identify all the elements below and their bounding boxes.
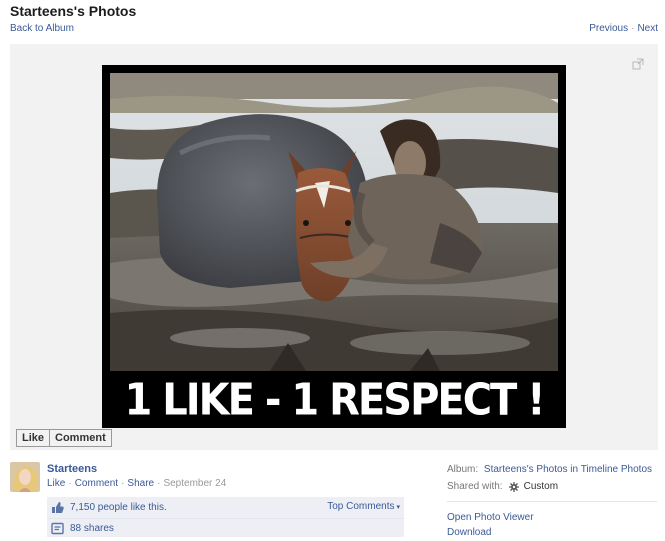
photo-frame[interactable]: 1 LIKE - 1 RESPECT ! xyxy=(102,65,566,428)
avatar-image xyxy=(10,462,40,492)
avatar[interactable] xyxy=(10,462,40,492)
separator: · xyxy=(121,478,125,489)
separator: · xyxy=(68,478,72,489)
photo-like-comment-bar: Like Comment xyxy=(16,429,112,447)
photo-stage: 1 LIKE - 1 RESPECT ! xyxy=(10,44,658,450)
album-prefix: Album: xyxy=(447,464,479,475)
gear-icon[interactable] xyxy=(508,481,519,492)
share-link[interactable]: Share xyxy=(127,478,154,489)
photo-image xyxy=(110,73,558,371)
top-comments-label: Top Comments xyxy=(327,501,395,512)
privacy-info: Shared with: Custom xyxy=(447,481,558,492)
owner-name-link[interactable]: Starteens xyxy=(47,463,97,475)
page-title: Starteens's Photos xyxy=(10,3,137,19)
post-actions-row: Like · Comment · Share · September 24 xyxy=(47,478,226,489)
album-info: Album: Starteens's Photos in Timeline Ph… xyxy=(447,464,652,475)
divider xyxy=(447,501,657,502)
expand-icon[interactable] xyxy=(632,58,644,70)
likes-row: 7,150 people like this. Top Comments ▾ xyxy=(47,497,404,517)
comment-button[interactable]: Comment xyxy=(49,430,111,446)
share-icon xyxy=(51,522,64,535)
ufi-box: 7,150 people like this. Top Comments ▾ 88… xyxy=(47,497,404,537)
shares-row: 88 shares xyxy=(47,518,404,538)
caret-down-icon: ▾ xyxy=(396,504,400,511)
separator: · xyxy=(157,478,161,489)
open-photo-viewer-link[interactable]: Open Photo Viewer xyxy=(447,512,534,523)
shares-count-link[interactable]: 88 shares xyxy=(70,523,114,534)
album-link[interactable]: Starteens's Photos in Timeline Photos xyxy=(484,464,652,475)
download-link[interactable]: Download xyxy=(447,527,491,538)
likes-count-link[interactable]: 7,150 people like this. xyxy=(70,502,167,513)
privacy-value[interactable]: Custom xyxy=(524,481,558,492)
thumbs-up-icon xyxy=(52,501,64,513)
back-to-album-link[interactable]: Back to Album xyxy=(10,23,74,34)
shared-prefix: Shared with: xyxy=(447,481,503,492)
like-button[interactable]: Like xyxy=(17,430,49,446)
next-link[interactable]: Next xyxy=(637,23,658,34)
top-comments-dropdown[interactable]: Top Comments ▾ xyxy=(327,501,400,512)
owner-like-link[interactable]: Like xyxy=(47,478,65,489)
nav-separator: · xyxy=(631,23,635,34)
previous-link[interactable]: Previous xyxy=(589,23,628,34)
post-date[interactable]: September 24 xyxy=(163,478,226,489)
photo-caption: 1 LIKE - 1 RESPECT ! xyxy=(124,374,545,425)
owner-comment-link[interactable]: Comment xyxy=(75,478,118,489)
photo-nav: Previous · Next xyxy=(589,23,658,34)
